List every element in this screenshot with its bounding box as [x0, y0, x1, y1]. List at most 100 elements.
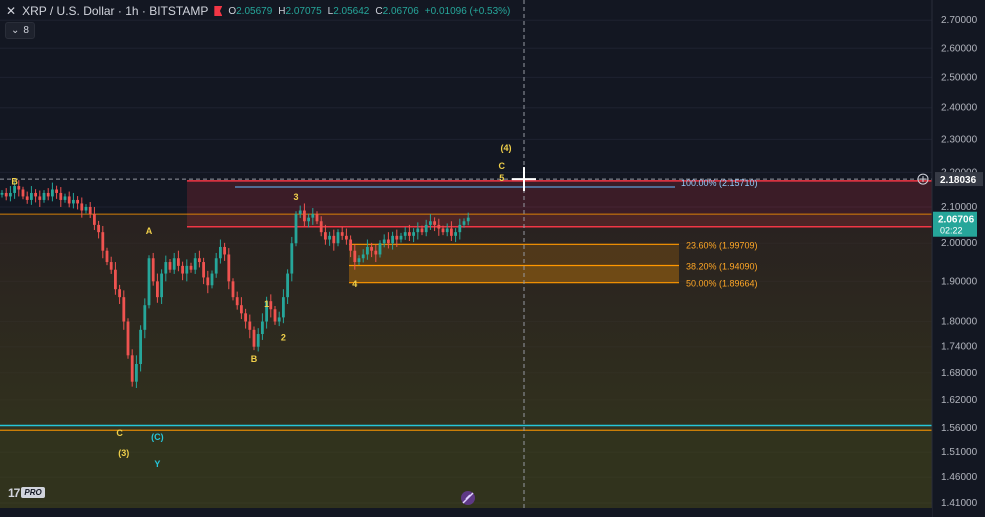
candle-body	[395, 235, 399, 240]
candle-body	[0, 192, 4, 195]
candle-body	[72, 199, 75, 204]
candle-body	[164, 262, 168, 274]
price-tick-label: 1.56000	[941, 423, 978, 434]
wave-label: B	[251, 354, 258, 364]
candle-body	[382, 239, 386, 244]
candle-body	[80, 203, 84, 211]
candle-body	[324, 232, 327, 240]
candle-body	[46, 192, 50, 197]
wave-label: (C)	[151, 432, 164, 442]
price-tick-label: 2.40000	[941, 103, 978, 114]
candle-body	[202, 262, 205, 278]
fib-label: 50.00% (1.89664)	[686, 279, 758, 289]
tradingview-logo[interactable]: 17 PRO	[8, 486, 45, 500]
price-tick-label: 1.90000	[941, 276, 978, 287]
candle-body	[114, 269, 117, 290]
candle-body	[403, 232, 407, 236]
candle-body	[93, 214, 96, 225]
candle-body	[76, 199, 79, 204]
candle-body	[441, 228, 445, 233]
candle-body	[458, 224, 462, 233]
candle-body	[319, 221, 323, 233]
candle-body	[42, 192, 46, 200]
change-value: +0.01096 (+0.53%)	[424, 5, 511, 17]
candle-body	[353, 250, 357, 263]
wave-label: 3	[293, 192, 298, 202]
candle-body	[269, 301, 273, 310]
close-icon[interactable]: ✕	[6, 4, 16, 18]
indicators-toggle[interactable]: ⌄ 8	[5, 22, 35, 39]
wave-label: C	[499, 161, 506, 171]
price-tick-label: 1.68000	[941, 368, 978, 379]
candle-body	[189, 265, 193, 270]
candle-body	[168, 262, 172, 270]
candle-body	[67, 196, 71, 204]
candle-body	[437, 224, 441, 229]
candle-body	[290, 243, 294, 274]
candle-body	[193, 258, 197, 270]
candle-body	[185, 265, 189, 274]
candle-body	[466, 217, 470, 222]
fib-box-236-382	[349, 244, 679, 266]
candle-body	[219, 246, 222, 259]
chart-header: ✕ XRP / U.S. Dollar · 1h · BITSTAMP O2.0…	[6, 3, 510, 19]
price-tick-label: 2.10000	[941, 202, 978, 213]
candle-body	[429, 221, 432, 225]
candle-body	[420, 228, 424, 233]
symbol-title[interactable]: XRP / U.S. Dollar · 1h · BITSTAMP	[22, 4, 208, 18]
candle-body	[307, 217, 310, 222]
candle-body	[311, 214, 315, 218]
candle-body	[156, 281, 159, 298]
candle-body	[139, 329, 142, 365]
candle-body	[160, 273, 163, 298]
candle-body	[235, 297, 239, 306]
price-chart[interactable]: 100.00% (2.15710) 23.60% (1.99709) 38.20% …	[0, 0, 985, 517]
candle-body	[63, 196, 67, 200]
candle-body	[126, 321, 130, 356]
candle-body	[412, 232, 415, 236]
wave-label: B	[11, 176, 18, 186]
wave-label: (3)	[118, 448, 129, 458]
price-tick-label: 1.41000	[941, 498, 978, 509]
close-value: 2.06706	[382, 5, 419, 17]
candle-body	[315, 214, 319, 222]
candle-body	[361, 254, 365, 259]
candle-body	[105, 250, 109, 263]
candle-body	[357, 258, 361, 263]
candle-body	[256, 334, 260, 347]
candle-body	[206, 277, 210, 286]
price-tick-label: 2.30000	[941, 134, 978, 145]
candle-body	[177, 258, 180, 266]
price-axis: 2.700002.600002.500002.400002.300002.200…	[931, 0, 985, 517]
candle-body	[97, 224, 100, 233]
candle-body	[21, 189, 25, 197]
fib-label: 23.60% (1.99709)	[686, 240, 758, 250]
wave-label: (4)	[501, 143, 512, 153]
price-tick-label: 2.70000	[941, 15, 978, 26]
candle-body	[135, 364, 138, 382]
candle-body	[109, 262, 113, 270]
candle-body	[345, 235, 348, 240]
candle-body	[59, 192, 63, 200]
candle-body	[387, 239, 390, 244]
candle-body	[181, 265, 184, 274]
candle-body	[9, 192, 12, 197]
wave-label: C	[116, 428, 123, 438]
flag-icon[interactable]	[214, 6, 223, 16]
candle-body	[214, 258, 218, 274]
candle-body	[51, 189, 54, 197]
open-value: 2.05679	[236, 5, 273, 17]
candle-body	[261, 321, 264, 335]
wave-label: 5	[499, 173, 504, 183]
candle-body	[416, 228, 420, 233]
time-axis	[0, 508, 932, 517]
candle-body	[147, 258, 151, 306]
wave-label: Y	[154, 459, 160, 469]
candle-body	[240, 305, 243, 314]
candle-body	[450, 228, 453, 236]
candle-body	[30, 192, 33, 200]
candle-body	[143, 305, 147, 330]
candle-body	[273, 309, 277, 322]
candle-body	[433, 221, 436, 225]
price-tick-label: 1.62000	[941, 395, 978, 406]
